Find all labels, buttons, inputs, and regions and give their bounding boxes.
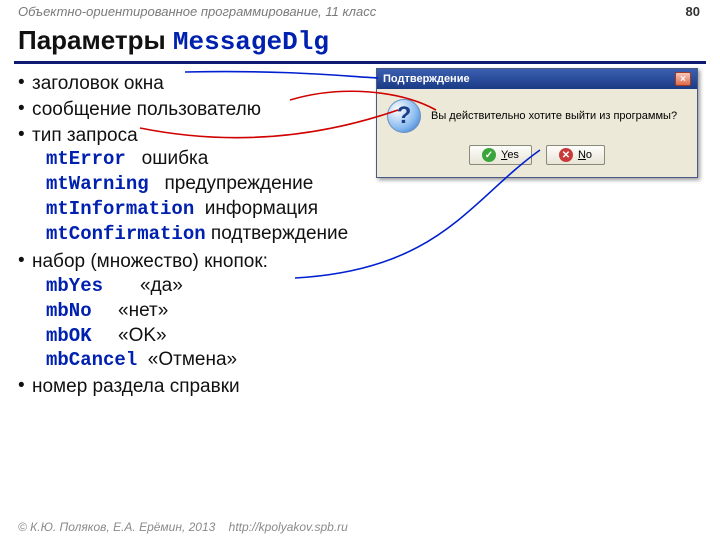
code-mbok: mbOK — [46, 325, 92, 347]
code-mtconfirm: mtConfirmation — [46, 223, 206, 245]
code-mtinfo: mtInformation — [46, 198, 194, 220]
bullet-helpctx-text: номер раздела справки — [32, 375, 702, 399]
code-mterror: mtError — [46, 148, 126, 170]
bullet-buttons-text: набор (множество) кнопок: — [32, 251, 268, 272]
dialog-title-text: Подтверждение — [383, 73, 470, 85]
code-mbno: mbNo — [46, 300, 92, 322]
page-title: Параметры MessageDlg — [0, 19, 720, 61]
title-prefix: Параметры — [18, 25, 173, 55]
yes-button[interactable]: ✓ Yes — [469, 145, 532, 165]
label-no: «нет» — [118, 300, 168, 321]
label-error: ошибка — [142, 148, 209, 169]
code-mtwarning: mtWarning — [46, 173, 149, 195]
footer-link[interactable]: http://kpolyakov.spb.ru — [229, 520, 348, 534]
yes-label: Yes — [501, 149, 519, 161]
label-warning: предупреждение — [164, 173, 313, 194]
check-icon: ✓ — [482, 148, 496, 162]
label-ok: «OK» — [118, 325, 167, 346]
dialog-message: Вы действительно хотите выйти из програм… — [431, 110, 677, 122]
close-icon[interactable]: × — [675, 72, 691, 86]
label-cancel: «Отмена» — [148, 349, 237, 370]
page-number: 80 — [686, 4, 700, 19]
dialog-titlebar: Подтверждение × — [377, 69, 697, 89]
title-code: MessageDlg — [173, 27, 329, 57]
cross-icon: ✕ — [559, 148, 573, 162]
bullet-buttons: • набор (множество) кнопок: mbYes «да» m… — [18, 250, 702, 373]
title-rule — [14, 61, 706, 64]
label-confirm: подтверждение — [211, 223, 348, 244]
question-icon: ? — [387, 99, 421, 133]
dialog-buttons: ✓ Yes ✕ No — [377, 141, 697, 177]
code-mbcancel: mbCancel — [46, 349, 137, 371]
bullet-type-text: тип запроса — [32, 125, 138, 146]
dialog-confirm: Подтверждение × ? Вы действительно хотит… — [376, 68, 698, 178]
label-yes: «да» — [140, 275, 183, 296]
bullet-helpctx: •номер раздела справки — [18, 375, 702, 399]
code-mbyes: mbYes — [46, 275, 103, 297]
label-info: информация — [205, 198, 318, 219]
breadcrumb: Объектно-ориентированное программировани… — [0, 0, 720, 19]
footer-copyright: © К.Ю. Поляков, Е.А. Ерёмин, 2013 — [18, 520, 215, 534]
dialog-body: ? Вы действительно хотите выйти из прогр… — [377, 89, 697, 141]
no-button[interactable]: ✕ No — [546, 145, 605, 165]
no-label: No — [578, 149, 592, 161]
footer: © К.Ю. Поляков, Е.А. Ерёмин, 2013 http:/… — [18, 520, 348, 534]
